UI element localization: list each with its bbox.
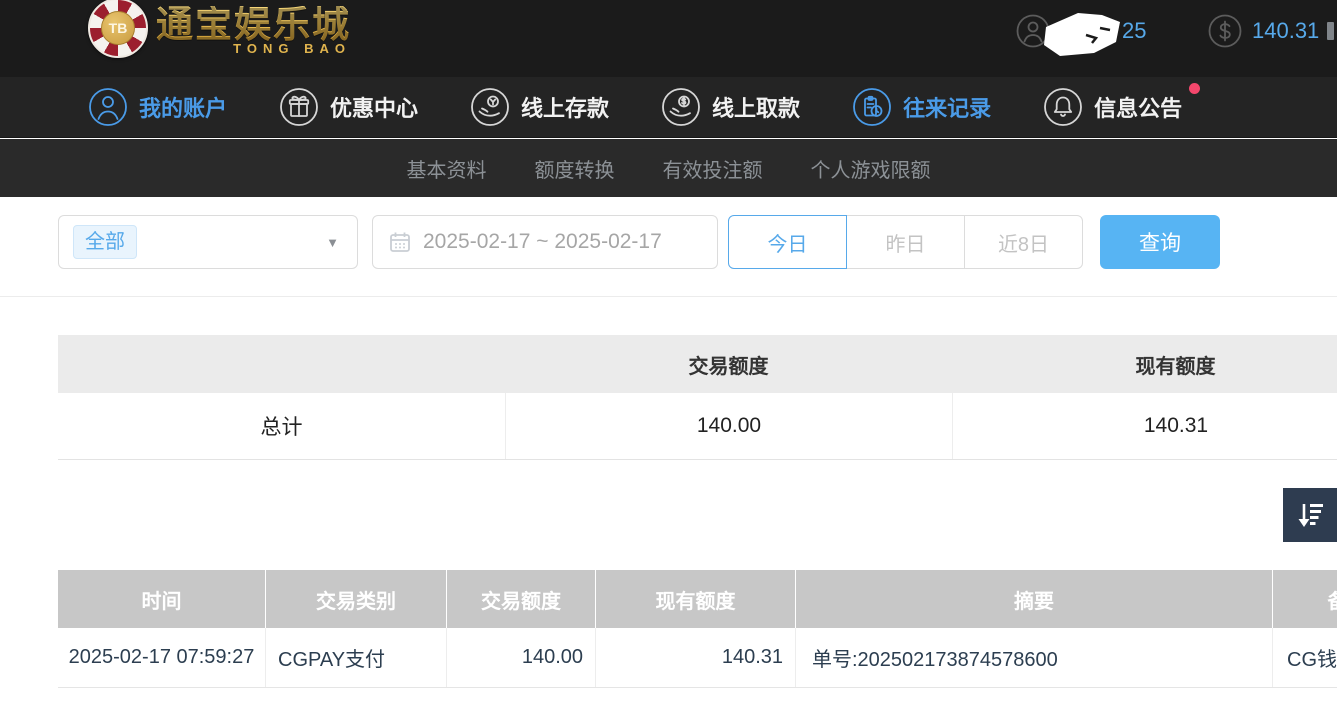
date-range-input[interactable]: 2025-02-17 ~ 2025-02-17 [372, 215, 718, 269]
table-row: 2025-02-17 07:59:27 CGPAY支付 140.00 140.3… [58, 628, 1337, 688]
nav-label: 优惠中心 [330, 91, 418, 123]
poker-chip-icon: TB [88, 0, 148, 58]
calendar-icon [389, 231, 411, 253]
summary-transaction-amount: 140.00 [505, 393, 952, 459]
col-header-amount: 交易额度 [446, 570, 595, 628]
user-account-button[interactable]: 25 [1016, 14, 1146, 48]
transaction-type-select[interactable]: 全部 ▼ [58, 215, 358, 269]
cell-remark: CG钱包 [1272, 628, 1337, 687]
records-icon [852, 87, 892, 127]
nav-label: 线上取款 [712, 91, 800, 123]
sort-descending-button[interactable] [1283, 488, 1337, 542]
nav-item-deposit[interactable]: 线上存款 [470, 87, 609, 127]
main-navigation: 我的账户 优惠中心 线上存款 [0, 77, 1337, 138]
chevron-down-icon: ▼ [326, 235, 339, 250]
nav-item-my-account[interactable]: 我的账户 [88, 87, 227, 127]
cell-type: CGPAY支付 [265, 628, 446, 687]
quick-date-buttons: 今日 昨日 近8日 [728, 215, 1083, 269]
balance-text: 140.31 [1252, 18, 1319, 44]
cell-amount: 140.00 [446, 628, 595, 687]
nav-item-withdraw[interactable]: 线上取款 [661, 87, 800, 127]
notification-dot [1189, 83, 1200, 94]
summary-current-balance: 140.31 [952, 393, 1337, 459]
cell-time: 2025-02-17 07:59:27 [58, 628, 265, 687]
col-header-type: 交易类别 [265, 570, 446, 628]
selected-type-chip: 全部 [73, 225, 137, 259]
brand-text: 通宝娱乐城 TONG BAO [156, 0, 351, 56]
summary-total-label: 总计 [58, 393, 505, 459]
summary-table: 交易额度 现有额度 总计 140.00 140.31 [58, 335, 1337, 460]
subnav-item-game-limits[interactable]: 个人游戏限额 [811, 154, 931, 183]
brand-logo[interactable]: TB 通宝娱乐城 TONG BAO [88, 0, 351, 58]
summary-header-row: 交易额度 现有额度 [58, 335, 1337, 393]
col-header-time: 时间 [58, 570, 265, 628]
user-icon [1016, 14, 1050, 48]
top-header: TB 通宝娱乐城 TONG BAO 25 140. [0, 0, 1337, 77]
search-button[interactable]: 查询 [1100, 215, 1220, 269]
date-range-value: 2025-02-17 ~ 2025-02-17 [423, 230, 662, 254]
bell-icon [1043, 87, 1083, 127]
withdraw-icon [661, 87, 701, 127]
gift-icon [279, 87, 319, 127]
nav-label: 线上存款 [521, 91, 609, 123]
last-8-days-button[interactable]: 近8日 [964, 215, 1083, 269]
nav-label: 我的账户 [139, 91, 227, 123]
nav-item-records[interactable]: 往来记录 [852, 87, 991, 127]
nav-item-promotions[interactable]: 优惠中心 [279, 87, 418, 127]
cell-balance: 140.31 [595, 628, 795, 687]
page: TB 通宝娱乐城 TONG BAO 25 140. [0, 0, 1337, 707]
transactions-header-row: 时间 交易类别 交易额度 现有额度 摘要 备注 [58, 570, 1337, 628]
subnav-item-valid-bets[interactable]: 有效投注额 [663, 154, 763, 183]
section-divider [0, 296, 1337, 297]
deposit-icon [470, 87, 510, 127]
chip-tb-label: TB [101, 11, 135, 45]
yesterday-button[interactable]: 昨日 [846, 215, 965, 269]
col-header-summary: 摘要 [795, 570, 1272, 628]
cell-summary: 单号:202502173874578600 [795, 628, 1272, 687]
summary-header-current-balance: 现有额度 [952, 350, 1337, 379]
balance-display[interactable]: 140.31 [1208, 14, 1334, 48]
brand-name-cn: 通宝娱乐城 [156, 6, 351, 45]
col-header-balance: 现有额度 [595, 570, 795, 628]
nav-item-announcements[interactable]: 信息公告 [1043, 87, 1182, 127]
sort-descending-icon [1294, 499, 1326, 531]
summary-header-transaction-amount: 交易额度 [505, 350, 952, 379]
transactions-table: 时间 交易类别 交易额度 现有额度 摘要 备注 2025-02-17 07:59… [58, 570, 1337, 688]
summary-total-row: 总计 140.00 140.31 [58, 393, 1337, 460]
nav-label: 信息公告 [1094, 91, 1182, 123]
nav-label: 往来记录 [903, 91, 991, 123]
account-subnav: 基本资料 额度转换 有效投注额 个人游戏限额 [0, 139, 1337, 197]
dollar-icon [1208, 14, 1242, 48]
username-text: 25 [1122, 18, 1146, 44]
col-header-remark: 备注 [1272, 570, 1337, 628]
subnav-item-basic-info[interactable]: 基本资料 [407, 154, 487, 183]
balance-suffix-fragment [1327, 22, 1334, 40]
today-button[interactable]: 今日 [728, 215, 847, 269]
user-icon [88, 87, 128, 127]
subnav-item-credit-transfer[interactable]: 额度转换 [535, 154, 615, 183]
